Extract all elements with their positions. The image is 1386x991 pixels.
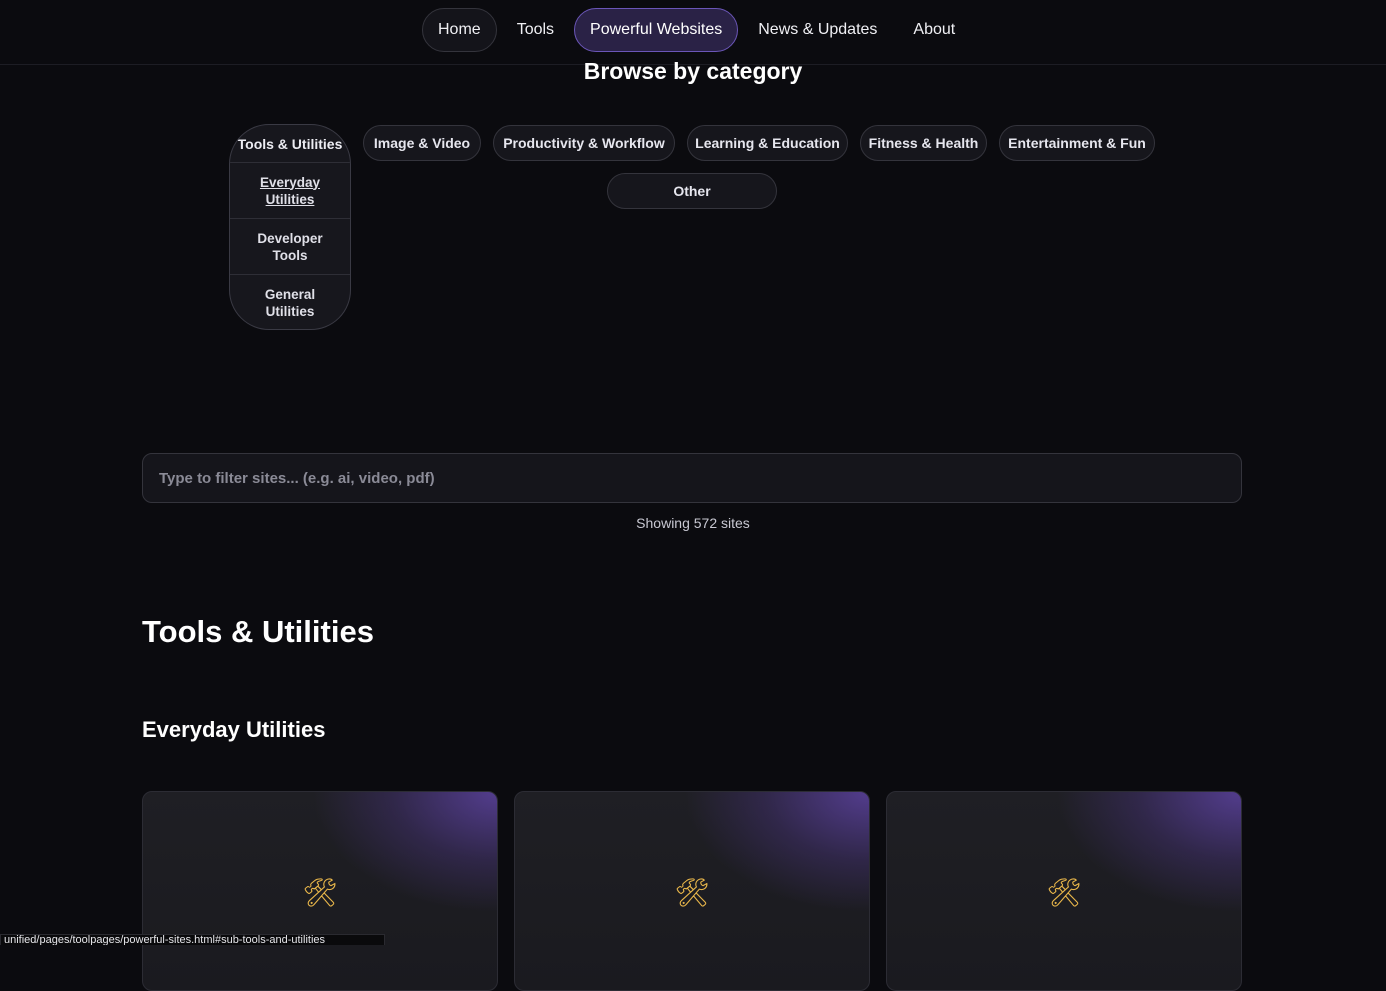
nav-link-powerful-websites[interactable]: Powerful Websites	[574, 8, 739, 52]
nav-links: Home Tools Powerful Websites News & Upda…	[422, 8, 975, 52]
subcategory-link-general-utilities[interactable]: General Utilities	[230, 275, 350, 329]
hammer-and-wrench-icon: 🛠	[1046, 877, 1082, 908]
section-title: Tools & Utilities	[142, 614, 374, 649]
hammer-and-wrench-icon: 🛠	[674, 877, 710, 908]
category-dropdown-tools-utilities: Tools & Utilities Everyday Utilities Dev…	[229, 124, 351, 330]
nav-link-about[interactable]: About	[897, 8, 971, 52]
top-navigation-bar: Home Tools Powerful Websites News & Upda…	[0, 0, 1386, 65]
status-bar-link-preview: unified/pages/toolpages/powerful-sites.h…	[0, 934, 385, 945]
results-count: Showing 572 sites	[636, 515, 750, 531]
category-chip-productivity-workflow[interactable]: Productivity & Workflow	[493, 125, 675, 161]
category-chip-tools-utilities[interactable]: Tools & Utilities	[230, 125, 350, 163]
site-filter-input[interactable]	[143, 454, 1241, 502]
category-chip-learning-education[interactable]: Learning & Education	[687, 125, 848, 161]
site-card[interactable]: 🛠	[514, 791, 870, 991]
category-chip-fitness-health[interactable]: Fitness & Health	[860, 125, 987, 161]
nav-link-home[interactable]: Home	[422, 8, 497, 52]
subcategory-link-developer-tools[interactable]: Developer Tools	[230, 219, 350, 275]
category-chip-entertainment-fun[interactable]: Entertainment & Fun	[999, 125, 1155, 161]
nav-link-news-updates[interactable]: News & Updates	[742, 8, 893, 52]
browse-category-heading: Browse by category	[583, 58, 803, 84]
hammer-and-wrench-icon: 🛠	[302, 877, 338, 908]
site-card[interactable]: 🛠	[142, 791, 498, 991]
nav-link-tools[interactable]: Tools	[501, 8, 570, 52]
site-card[interactable]: 🛠	[886, 791, 1242, 991]
subsection-title: Everyday Utilities	[142, 717, 326, 742]
subcategory-link-everyday-utilities[interactable]: Everyday Utilities	[230, 163, 350, 219]
category-chip-image-video[interactable]: Image & Video	[363, 125, 481, 161]
site-filter-search	[142, 453, 1242, 503]
category-chip-other[interactable]: Other	[607, 173, 777, 209]
